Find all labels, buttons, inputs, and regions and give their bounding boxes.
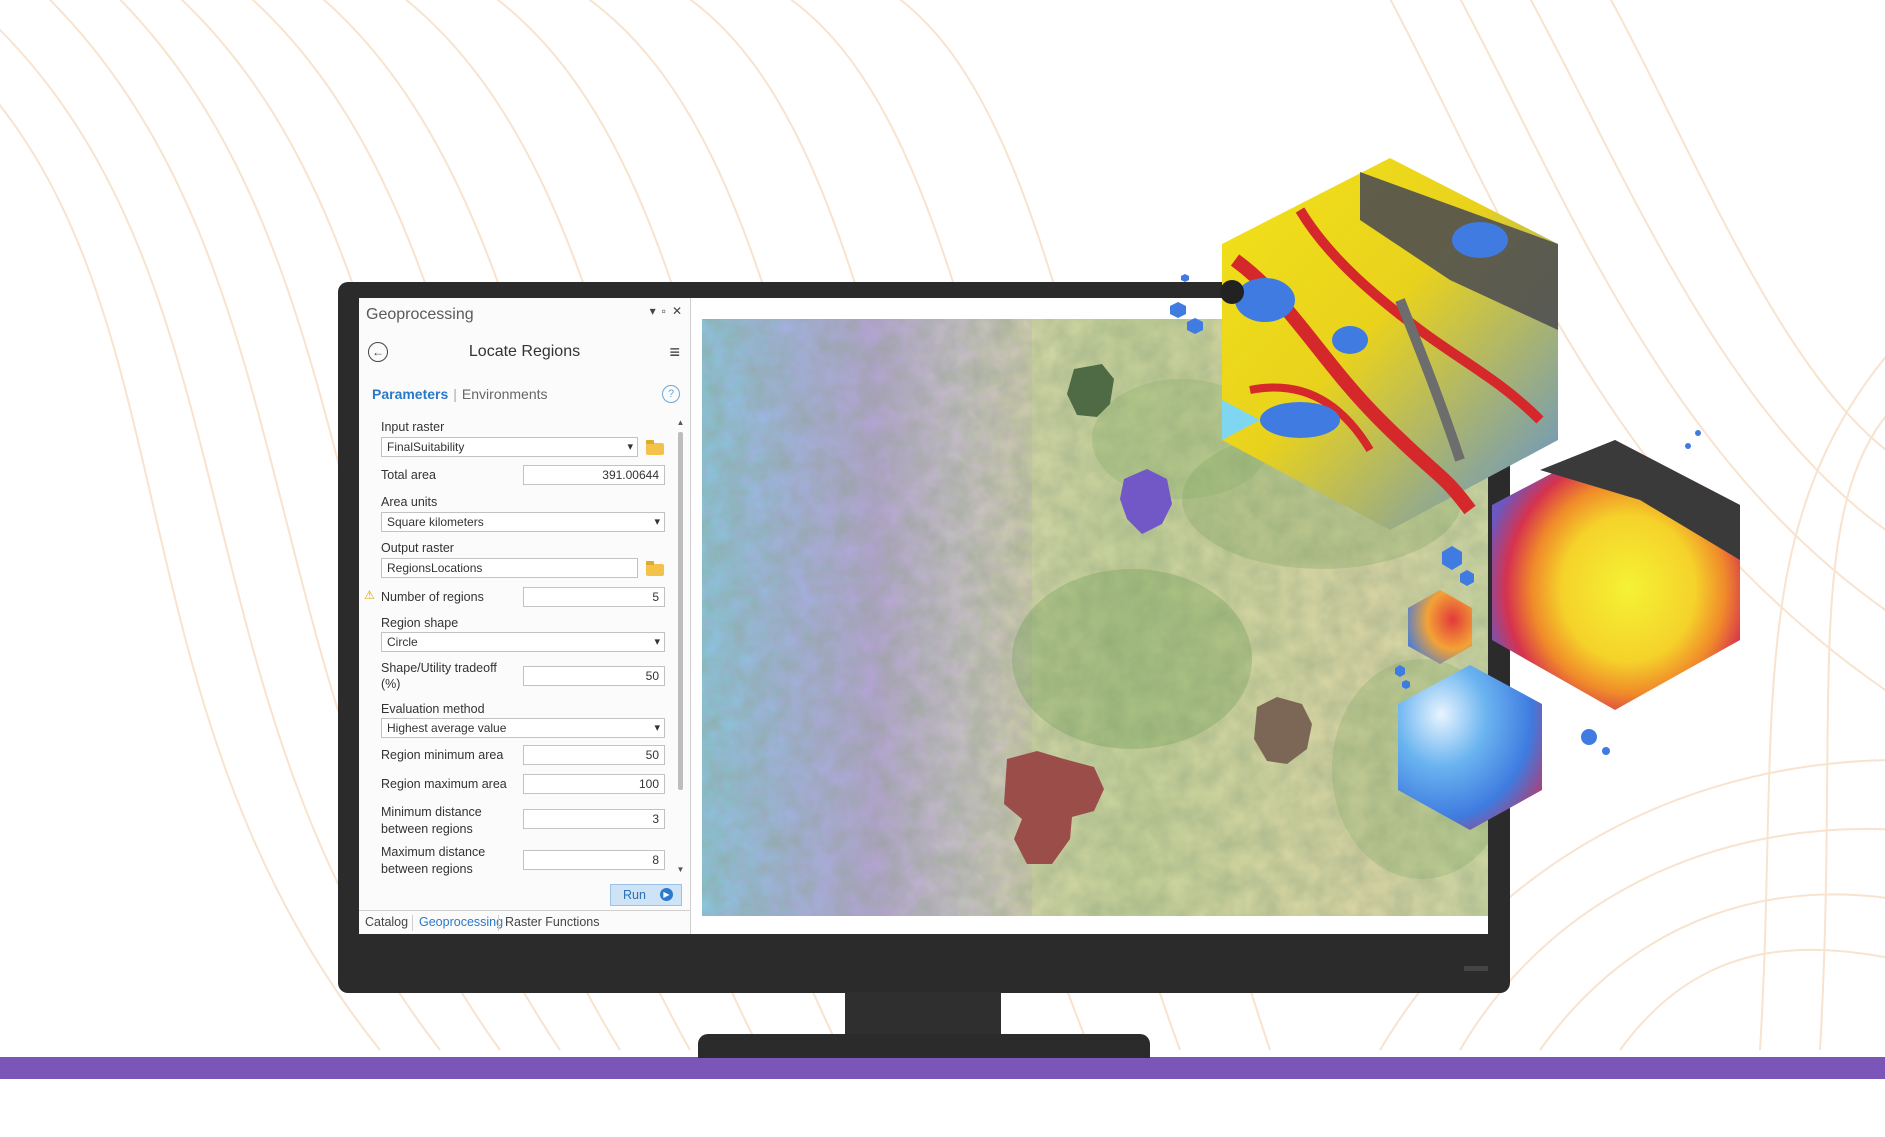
monitor-logo: [1464, 966, 1488, 971]
run-button-label: Run: [623, 888, 646, 902]
monitor-base: [698, 1034, 1150, 1058]
area-units-label: Area units: [381, 495, 438, 509]
menu-icon[interactable]: ≡: [669, 342, 680, 363]
tradeoff-label-line1: Shape/Utility tradeoff: [381, 661, 497, 675]
max-distance-label-line1: Maximum distance: [381, 845, 486, 859]
tab-geoprocessing[interactable]: Geoprocessing: [419, 915, 503, 929]
output-raster-label: Output raster: [381, 541, 454, 555]
warning-icon: ⚠: [364, 588, 375, 602]
scroll-down-icon[interactable]: ▼: [676, 865, 685, 874]
number-of-regions-label: Number of regions: [381, 590, 484, 604]
pane-controls: ▾ ▫ ✕: [650, 304, 682, 318]
bottom-tabs: Catalog Geoprocessing Raster Functions: [359, 910, 690, 934]
pane-title: Geoprocessing: [366, 306, 474, 323]
back-arrow-icon[interactable]: ←: [368, 342, 388, 362]
region-min-area-label: Region minimum area: [381, 748, 504, 762]
tab-divider: [498, 915, 499, 931]
purple-band: [0, 1057, 1885, 1079]
tab-catalog[interactable]: Catalog: [365, 915, 408, 929]
region-max-area-field[interactable]: 100: [523, 774, 665, 794]
region-shape-select[interactable]: Circle: [381, 632, 665, 652]
scroll-up-icon[interactable]: ▲: [676, 418, 685, 427]
pane-close-icon[interactable]: ✕: [672, 304, 682, 318]
evaluation-method-select[interactable]: Highest average value: [381, 718, 665, 738]
pane-dock-icon[interactable]: ▫: [662, 304, 666, 318]
region-min-area-field[interactable]: 50: [523, 745, 665, 765]
output-raster-field[interactable]: RegionsLocations: [381, 558, 638, 578]
tab-environments[interactable]: Environments: [462, 386, 548, 402]
folder-icon[interactable]: [646, 440, 664, 455]
tab-divider: [412, 915, 413, 931]
pane-tabs: Parameters | Environments: [372, 386, 548, 402]
region-shape-label: Region shape: [381, 616, 459, 630]
map-view[interactable]: [702, 319, 1488, 916]
region-max-area-label: Region maximum area: [381, 777, 507, 791]
input-raster-label: Input raster: [381, 420, 445, 434]
total-area-label: Total area: [381, 468, 436, 482]
total-area-field[interactable]: 391.00644: [523, 465, 665, 485]
scroll-thumb[interactable]: [678, 432, 683, 790]
run-icon: ▶: [660, 888, 673, 901]
run-button[interactable]: Run ▶: [610, 884, 682, 906]
monitor-neck: [845, 992, 1001, 1040]
max-distance-field[interactable]: 8: [523, 850, 665, 870]
tradeoff-field[interactable]: 50: [523, 666, 665, 686]
min-distance-field[interactable]: 3: [523, 809, 665, 829]
screen: Geoprocessing ▾ ▫ ✕ Locate Regions ← ≡ P…: [359, 298, 1488, 934]
number-of-regions-field[interactable]: 5: [523, 587, 665, 607]
area-units-select[interactable]: Square kilometers: [381, 512, 665, 532]
tool-header: Locate Regions ← ≡: [359, 340, 690, 366]
input-raster-select[interactable]: FinalSuitability: [381, 437, 638, 457]
pane-dropdown-icon[interactable]: ▾: [650, 304, 656, 318]
tab-parameters[interactable]: Parameters: [372, 386, 448, 402]
min-distance-label-line1: Minimum distance: [381, 805, 482, 819]
parameters-list: Input raster FinalSuitability Total area…: [359, 416, 690, 876]
terrain-map: [702, 319, 1488, 916]
tradeoff-label-line2: (%): [381, 677, 401, 691]
folder-icon[interactable]: [646, 561, 664, 576]
tool-title: Locate Regions: [468, 343, 581, 360]
min-distance-label-line2: between regions: [381, 822, 473, 836]
geoprocessing-pane: Geoprocessing ▾ ▫ ✕ Locate Regions ← ≡ P…: [359, 298, 691, 934]
max-distance-label-line2: between regions: [381, 862, 473, 876]
help-icon[interactable]: ?: [662, 385, 680, 403]
evaluation-method-label: Evaluation method: [381, 702, 485, 716]
tab-separator: |: [453, 386, 457, 402]
parameters-scrollbar[interactable]: ▲ ▼: [676, 418, 685, 874]
tab-raster-functions[interactable]: Raster Functions: [505, 915, 599, 929]
